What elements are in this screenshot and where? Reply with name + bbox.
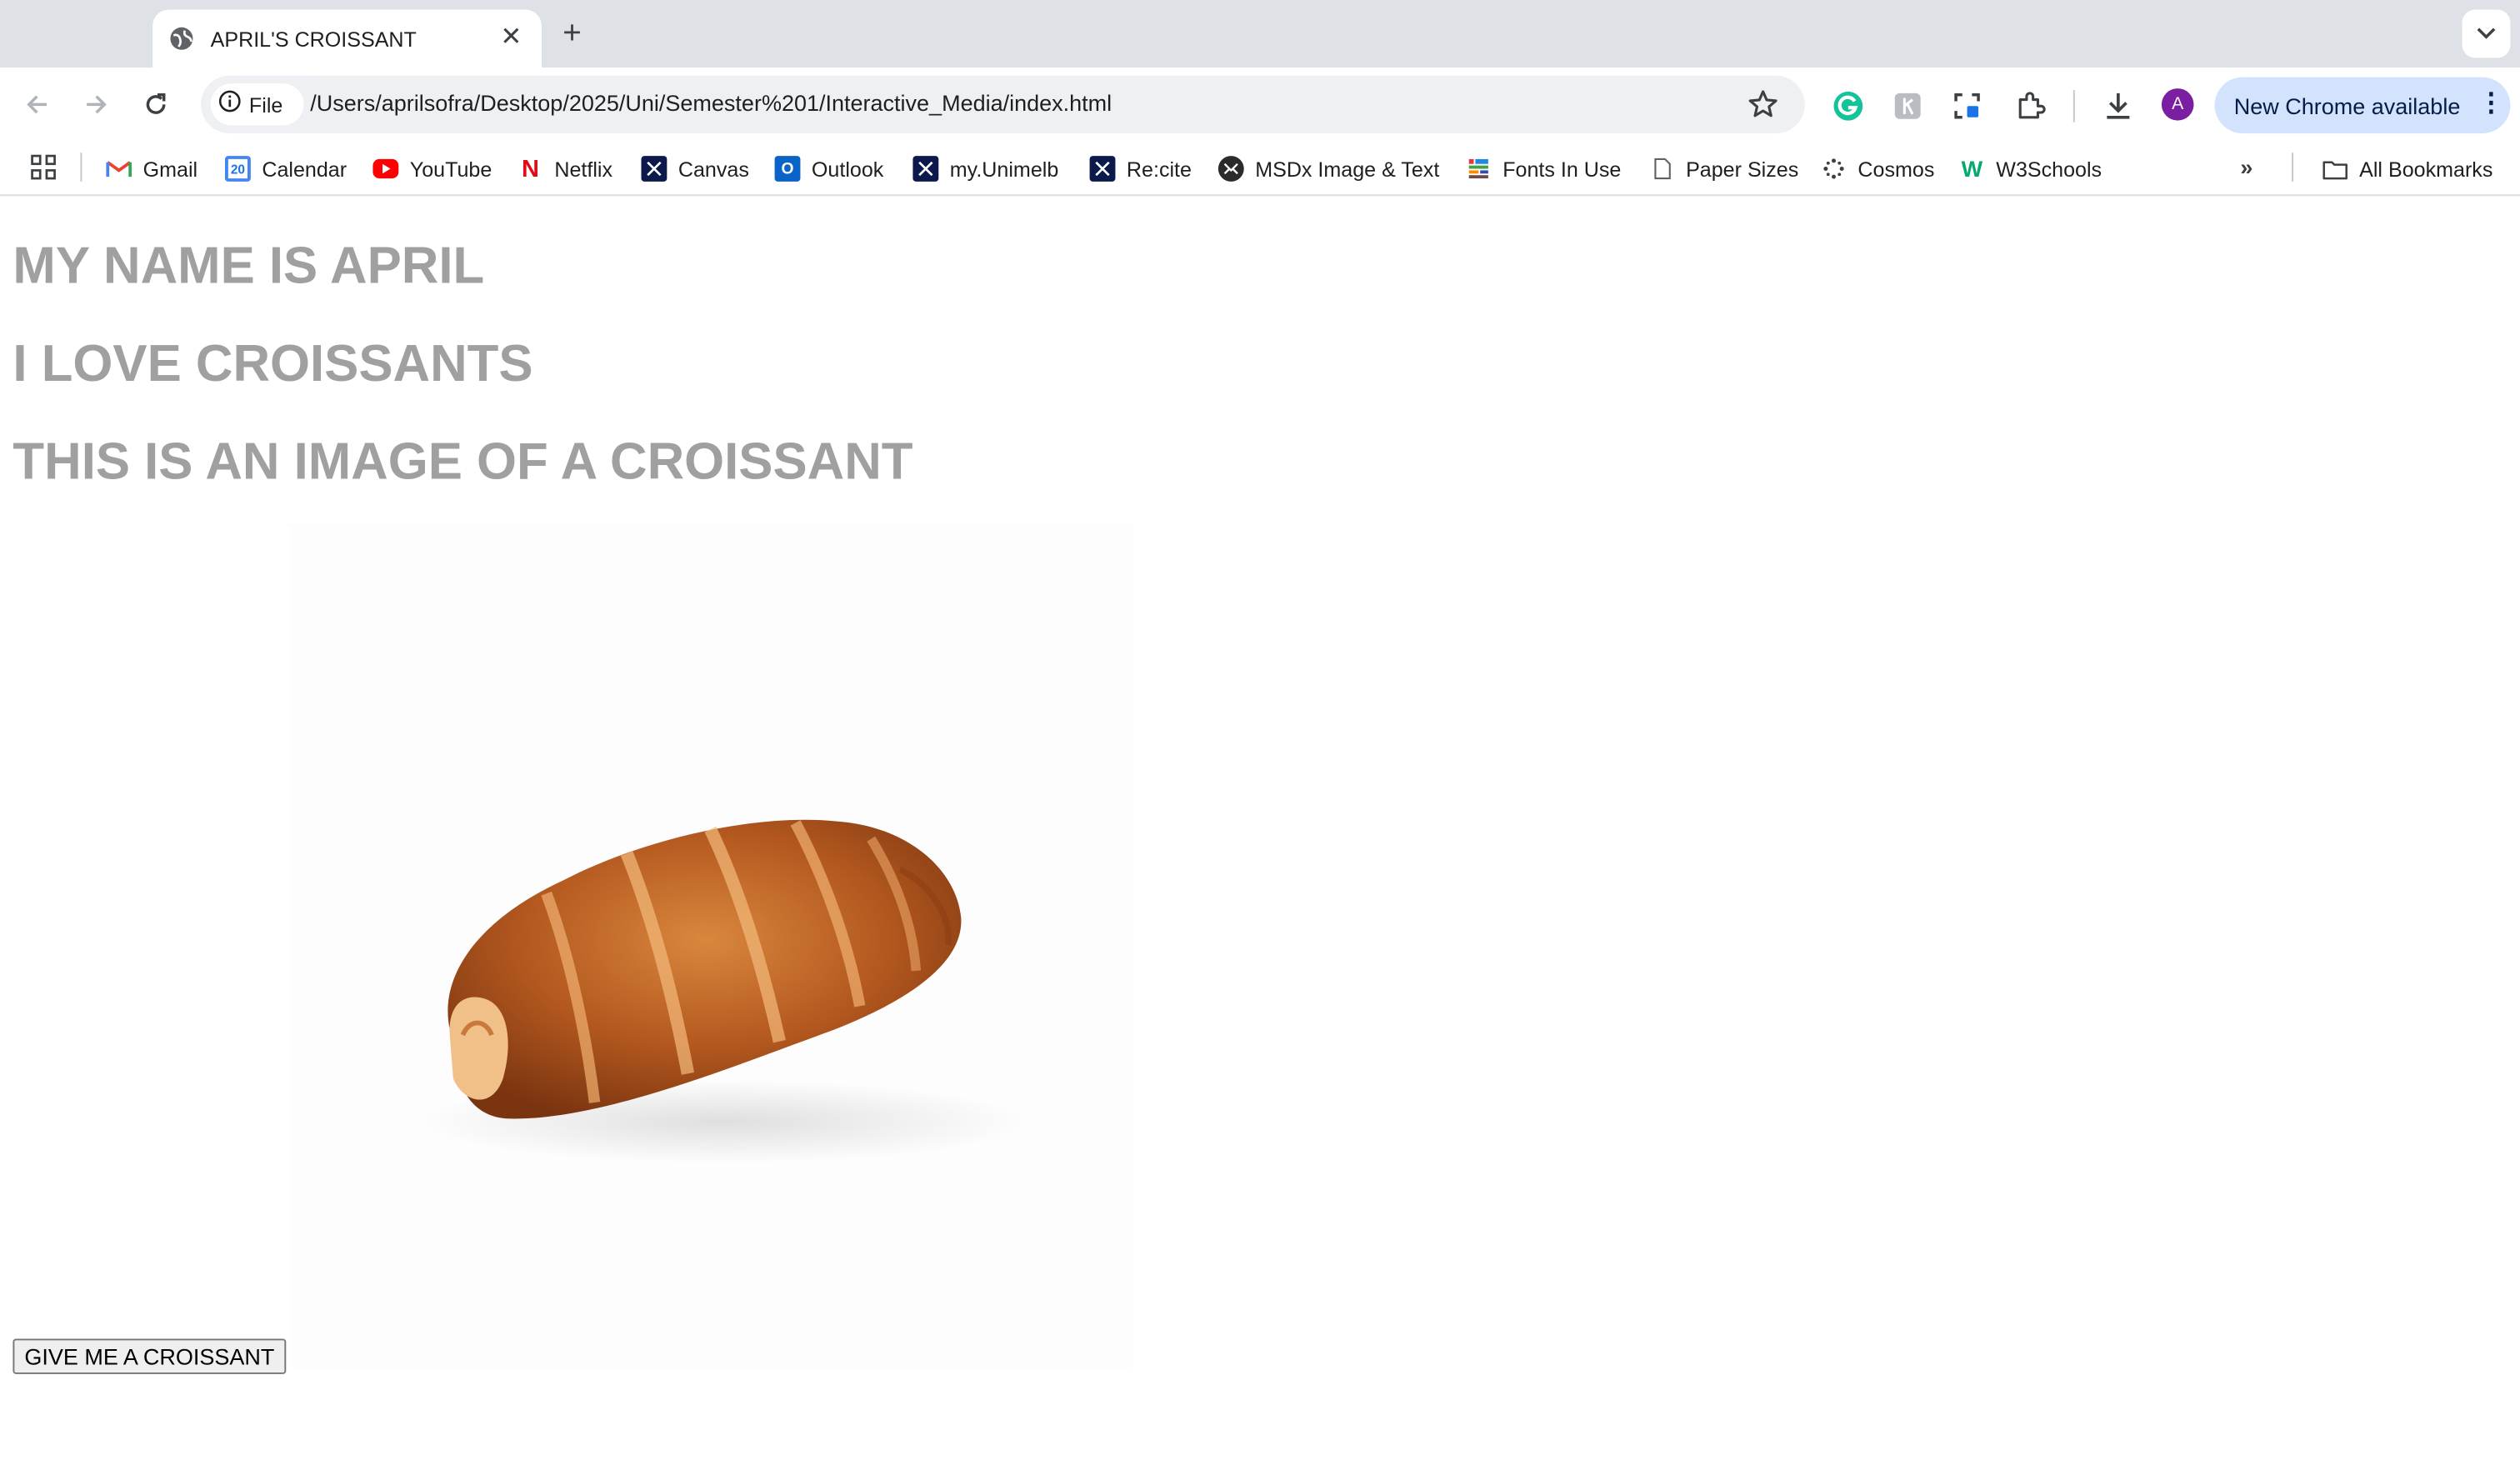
bookmark-my-unimelb[interactable]: my.Unimelb: [912, 152, 1058, 185]
active-tab[interactable]: APRIL'S CROISSANT ✕: [152, 9, 542, 68]
bookmark-label: Calendar: [262, 157, 348, 181]
calendar-icon: 20: [224, 156, 251, 182]
toolbar-divider: [2072, 89, 2075, 122]
bookmark-label: MSDx Image & Text: [1255, 157, 1440, 181]
bookmark-youtube[interactable]: YouTube: [372, 152, 492, 185]
bookmark-label: Netflix: [554, 157, 613, 181]
bookmark-label: Outlook: [811, 157, 884, 181]
bookmark-label: Re:cite: [1126, 157, 1192, 181]
bookmark-label: Canvas: [678, 157, 749, 181]
tab-title: APRIL'S CROISSANT: [210, 26, 417, 51]
folder-icon: [2322, 156, 2348, 182]
url-text[interactable]: /Users/aprilsofra/Desktop/2025/Uni/Semes…: [310, 90, 1112, 116]
bookmark-fonts-in-use[interactable]: Fonts In Use: [1466, 152, 1621, 185]
bookmarks-divider: [2292, 152, 2294, 182]
bookmark-calendar[interactable]: 20 Calendar: [224, 152, 348, 185]
unimelb-icon: [641, 156, 668, 182]
close-tab-icon[interactable]: ✕: [497, 24, 526, 53]
bookmark-label: Gmail: [142, 157, 198, 181]
forward-icon[interactable]: [76, 83, 118, 125]
new-tab-icon[interactable]: +: [552, 14, 591, 52]
youtube-icon: [372, 158, 399, 179]
bookmarks-bar: Gmail 20 Calendar YouTube N Netflix Canv…: [0, 141, 2520, 197]
bookmark-outlook[interactable]: O Outlook: [774, 152, 884, 185]
screenshot-icon[interactable]: [1949, 88, 1984, 123]
heading-love: I LOVE CROISSANTS: [12, 334, 533, 392]
unimelb-icon: [1089, 156, 1116, 182]
bookmark-label: Paper Sizes: [1686, 157, 1799, 181]
browser-window: APRIL'S CROISSANT ✕ + File /Users/aprils…: [0, 0, 2520, 1418]
bookmark-gmail[interactable]: Gmail: [106, 152, 198, 185]
w3schools-icon: W: [1961, 156, 1983, 182]
apps-grid-icon[interactable]: [31, 154, 57, 180]
unimelb-icon: [912, 156, 939, 182]
profile-avatar[interactable]: A: [2161, 88, 2194, 121]
outlook-icon: O: [774, 156, 801, 182]
bookmark-label: Fonts In Use: [1502, 157, 1622, 181]
update-label: New Chrome available: [2233, 92, 2461, 118]
bookmark-recite[interactable]: Re:cite: [1089, 152, 1192, 185]
bookmark-w3schools[interactable]: W W3Schools: [1959, 152, 2102, 185]
heading-image-caption: THIS IS AN IMAGE OF A CROISSANT: [12, 432, 913, 491]
new-chrome-available-button[interactable]: New Chrome available ⋮: [2214, 77, 2511, 134]
info-icon: [218, 89, 241, 120]
tab-strip: APRIL'S CROISSANT ✕ +: [0, 0, 2520, 68]
bookmarks-divider: [80, 152, 82, 182]
heading-name: MY NAME IS APRIL: [12, 236, 485, 294]
croissant-image: [289, 523, 1133, 1368]
address-bar[interactable]: File /Users/aprilsofra/Desktop/2025/Uni/…: [201, 75, 1805, 134]
reload-icon[interactable]: [135, 83, 177, 125]
msdx-icon: [1218, 156, 1244, 182]
site-info-chip[interactable]: File: [210, 83, 304, 126]
bookmark-canvas[interactable]: Canvas: [641, 152, 749, 185]
give-me-a-croissant-button[interactable]: GIVE ME A CROISSANT: [12, 1338, 287, 1374]
download-icon[interactable]: [2101, 88, 2136, 123]
bookmark-label: W3Schools: [1996, 157, 2102, 181]
bookmark-msdx[interactable]: MSDx Image & Text: [1218, 152, 1439, 185]
cosmos-icon: [1821, 156, 1847, 182]
extension-icon[interactable]: [1890, 88, 1925, 123]
globe-icon: [168, 26, 194, 52]
bookmark-label: Cosmos: [1858, 157, 1935, 181]
grammarly-icon[interactable]: [1831, 88, 1866, 123]
bookmark-cosmos[interactable]: Cosmos: [1821, 152, 1934, 185]
tab-search-icon[interactable]: [2462, 9, 2511, 58]
bookmark-netflix[interactable]: N Netflix: [518, 152, 612, 185]
more-bookmarks-chevron-icon[interactable]: »: [2240, 154, 2252, 180]
bookmark-label: All Bookmarks: [2359, 157, 2493, 181]
bookmark-star-icon[interactable]: [1747, 88, 1779, 121]
page-content: MY NAME IS APRIL I LOVE CROISSANTS THIS …: [0, 198, 2520, 1418]
chip-label: File: [248, 92, 283, 117]
all-bookmarks-button[interactable]: All Bookmarks: [2322, 152, 2493, 185]
bookmark-paper-sizes[interactable]: Paper Sizes: [1649, 152, 1799, 185]
gmail-icon: [106, 156, 132, 182]
bookmark-label: my.Unimelb: [949, 157, 1059, 181]
back-icon[interactable]: [16, 83, 58, 125]
page-icon: [1649, 156, 1675, 182]
netflix-icon: N: [521, 155, 539, 182]
extensions-puzzle-icon[interactable]: [2012, 88, 2048, 123]
bookmark-label: YouTube: [409, 157, 492, 181]
kebab-menu-icon[interactable]: ⋮: [2478, 90, 2504, 119]
fonts-in-use-icon: [1466, 156, 1492, 182]
toolbar: File /Users/aprilsofra/Desktop/2025/Uni/…: [0, 67, 2520, 142]
